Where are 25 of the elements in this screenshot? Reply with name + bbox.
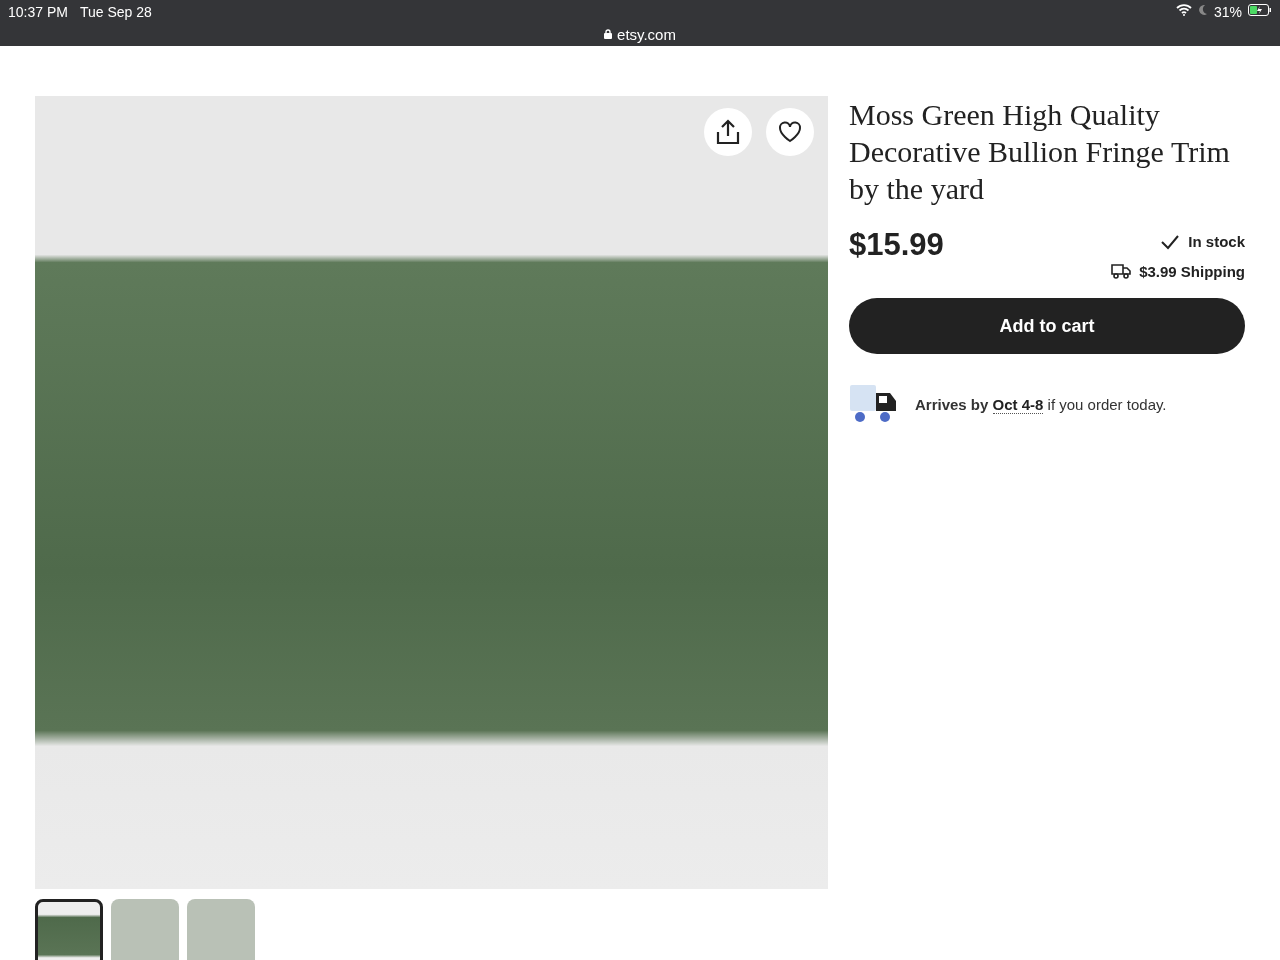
favorite-button[interactable] — [766, 108, 814, 156]
battery-percent: 31% — [1213, 4, 1242, 20]
share-icon — [716, 119, 740, 145]
lock-icon — [604, 29, 613, 39]
delivery-truck-icon — [849, 384, 897, 424]
status-date: Tue Sep 28 — [79, 4, 152, 22]
url-text[interactable]: etsy.com — [617, 25, 676, 43]
thumbnail-image[interactable] — [187, 899, 255, 960]
thumbnail-image[interactable] — [111, 899, 179, 960]
check-icon — [1160, 233, 1181, 250]
add-to-cart-button[interactable]: Add to cart — [849, 298, 1245, 354]
wifi-icon — [1175, 4, 1192, 16]
heart-icon — [778, 121, 802, 143]
thumbnail-image[interactable] — [35, 899, 103, 960]
delivery-date-link[interactable]: Oct 4-8 — [992, 395, 1044, 414]
status-time: 10:37 PM — [8, 4, 68, 22]
moon-icon — [1197, 4, 1208, 16]
share-button[interactable] — [704, 108, 752, 156]
delivery-estimate: Arrives by Oct 4-8 if you order today. — [915, 395, 1167, 413]
product-title: Moss Green High Quality Decorative Bullion Fringe Trim by the yard — [849, 97, 1231, 207]
shipping-cost: $3.99 Shipping — [1139, 262, 1245, 280]
battery-icon — [1248, 4, 1272, 16]
product-price: $15.99 — [849, 227, 944, 264]
stock-status: In stock — [1188, 233, 1245, 250]
truck-icon — [1109, 262, 1132, 280]
